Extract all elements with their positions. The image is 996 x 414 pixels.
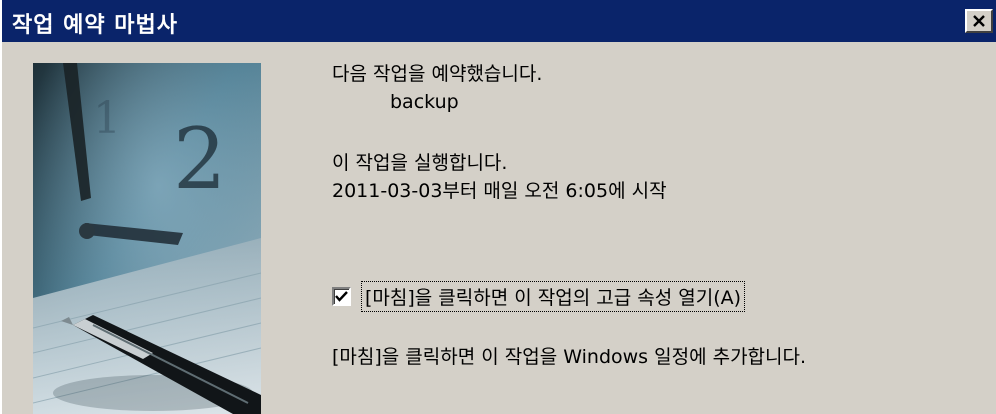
schedule-detail: 2011-03-03부터 매일 오전 6:05에 시작 [332, 180, 667, 202]
window-title: 작업 예약 마법사 [12, 13, 178, 38]
finish-info-text: [마침]을 클릭하면 이 작업을 Windows 일정에 추가합니다. [332, 346, 807, 368]
open-advanced-checkbox[interactable] [332, 287, 351, 306]
close-button[interactable] [965, 9, 993, 33]
svg-text:2: 2 [173, 110, 226, 208]
open-advanced-label[interactable]: [마침]을 클릭하면 이 작업의 고급 속성 열기(A) [360, 281, 746, 312]
svg-text:1: 1 [93, 93, 121, 144]
open-advanced-option[interactable]: [마침]을 클릭하면 이 작업의 고급 속성 열기(A) [332, 281, 746, 312]
close-icon [973, 15, 985, 27]
wizard-illustration: 2 1 [33, 63, 261, 414]
clock-pen-illustration: 2 1 [33, 63, 261, 414]
title-bar[interactable]: 작업 예약 마법사 [2, 0, 996, 42]
checkmark-icon [335, 291, 348, 302]
task-name: backup [390, 91, 459, 113]
run-heading: 이 작업을 실행합니다. [332, 152, 508, 174]
scheduled-heading: 다음 작업을 예약했습니다. [332, 63, 543, 85]
scheduler-wizard-window: 작업 예약 마법사 2 1 다음 작업을 예약했습니다. backup 이 작업… [0, 0, 996, 414]
